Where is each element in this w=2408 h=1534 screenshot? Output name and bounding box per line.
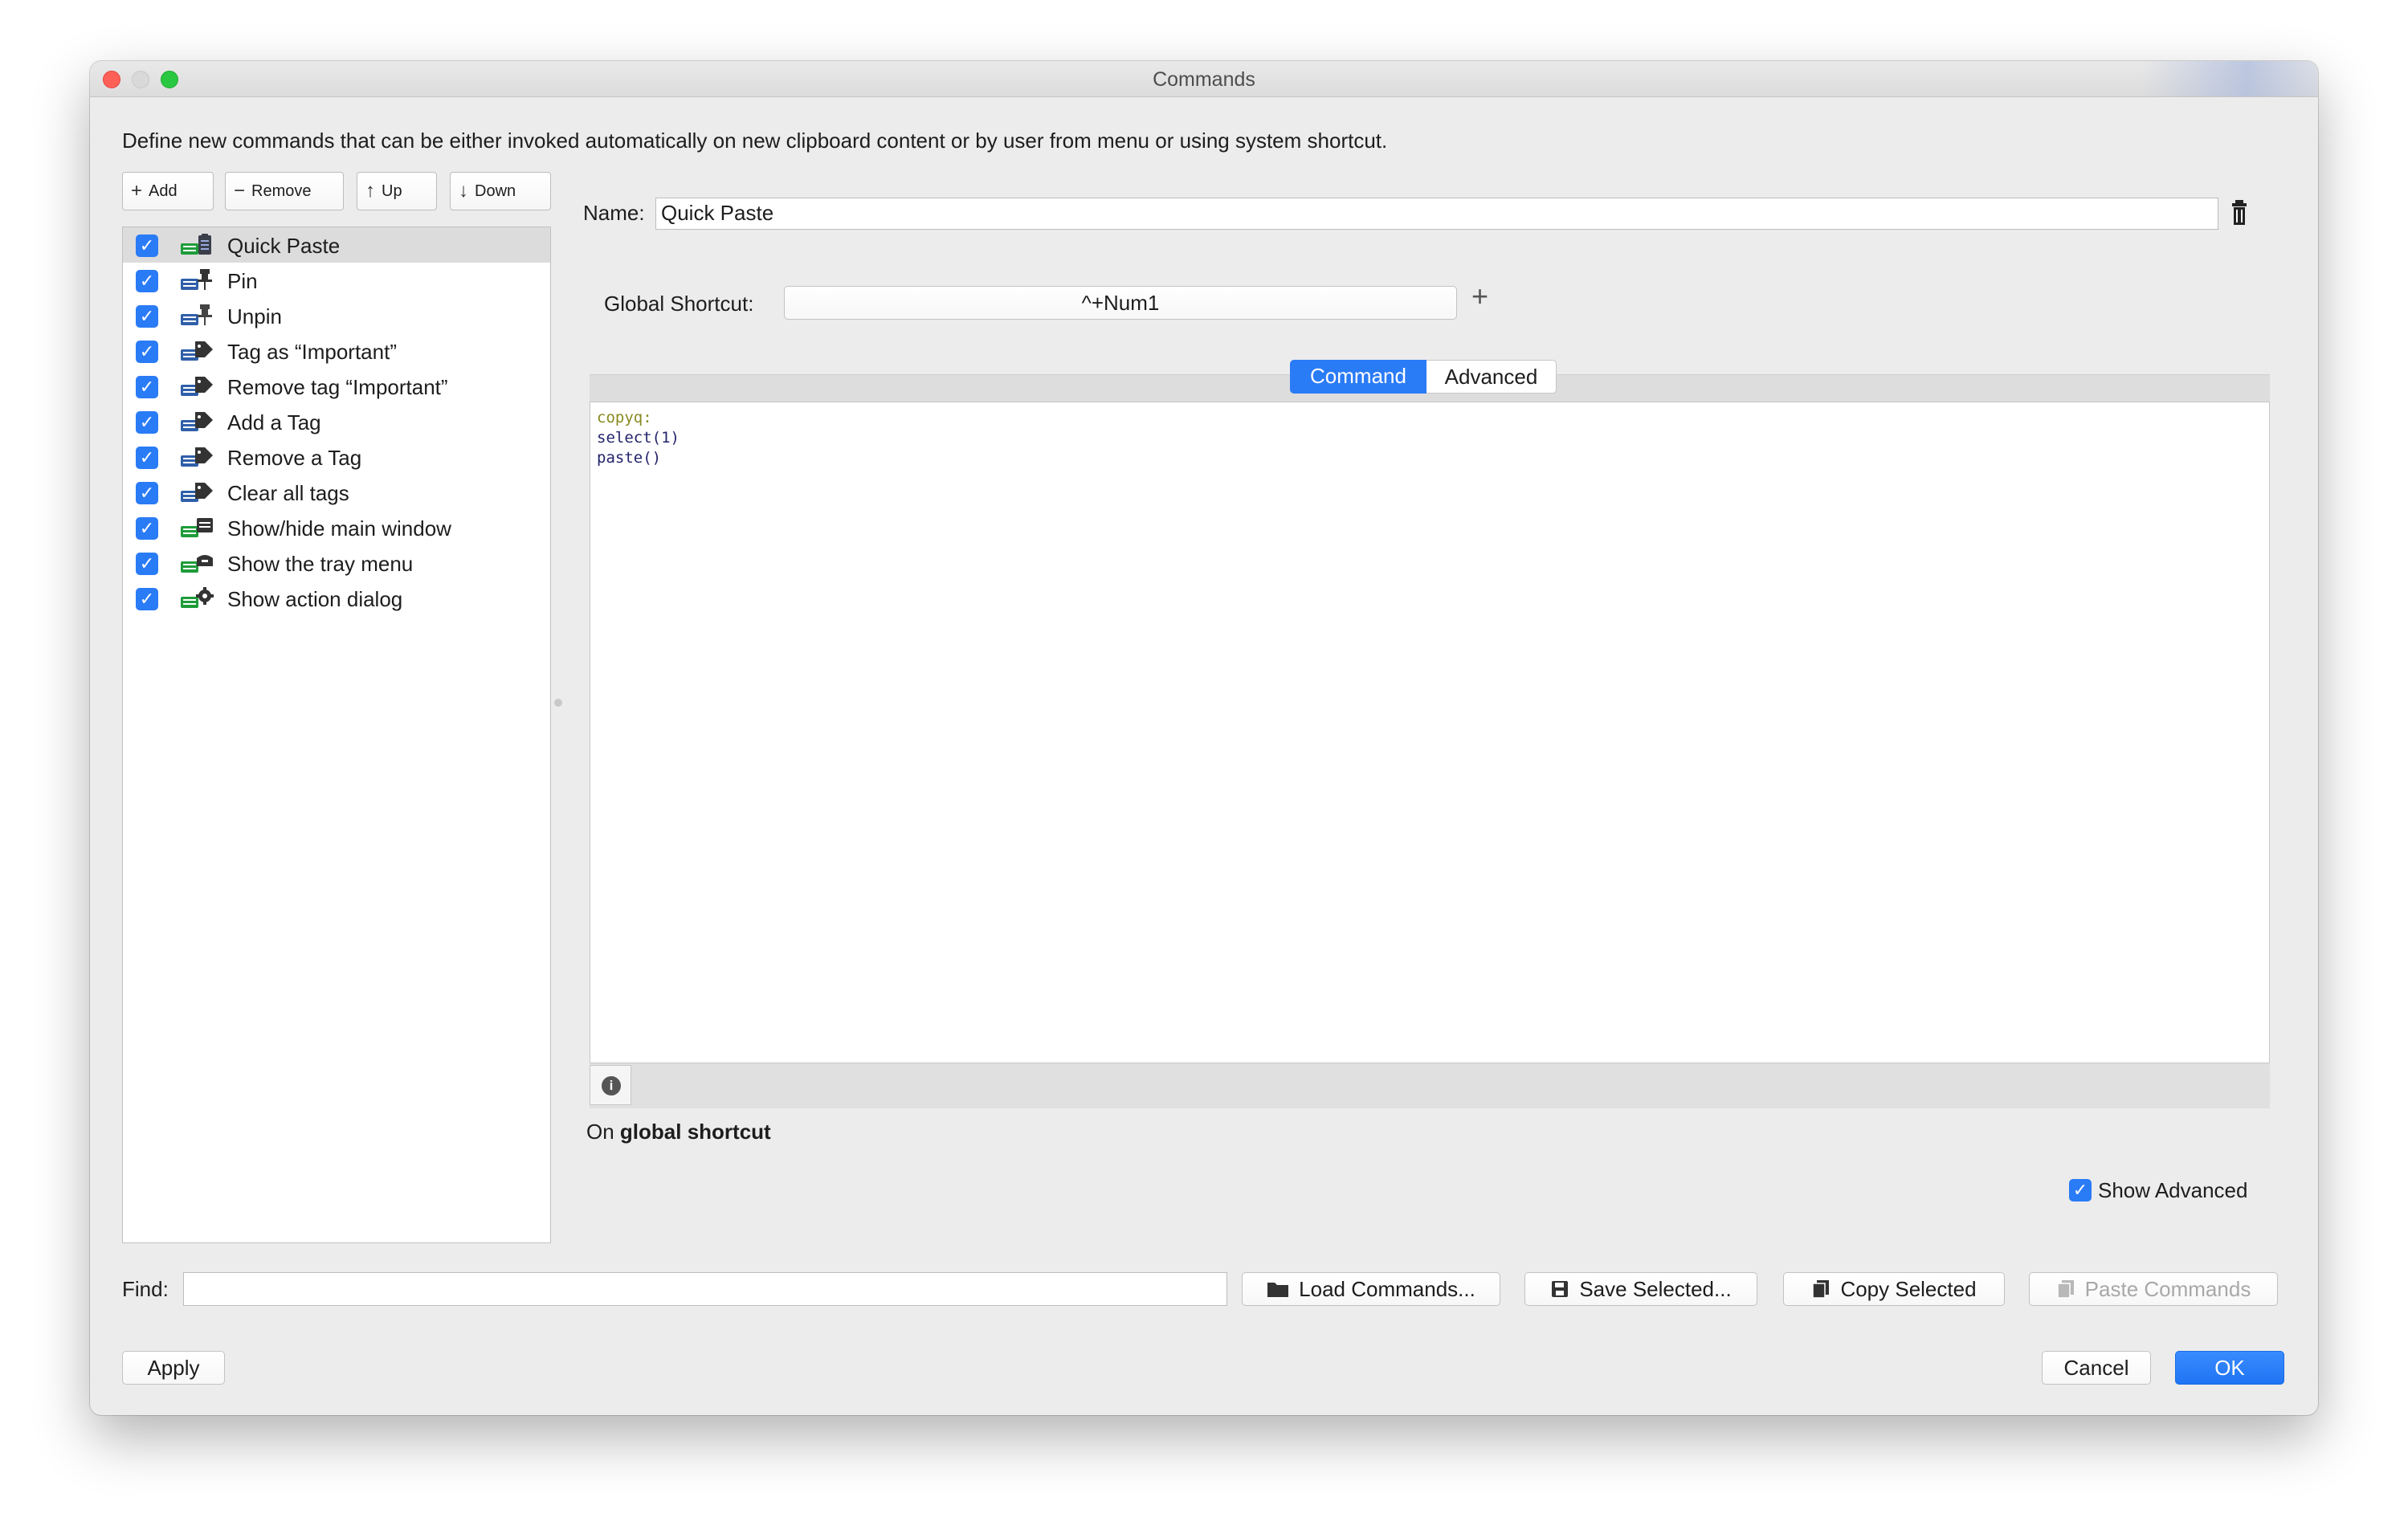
splitter-handle[interactable] xyxy=(554,699,562,707)
trigger-description: On global shortcut xyxy=(586,1120,771,1144)
add-shortcut-icon[interactable]: + xyxy=(1471,279,1488,313)
gear-icon xyxy=(181,587,214,608)
paste-icon xyxy=(2056,1280,2074,1299)
apply-button[interactable]: Apply xyxy=(122,1351,225,1385)
save-selected-button[interactable]: Save Selected... xyxy=(1524,1272,1757,1306)
arrow-up-icon: ↑ xyxy=(365,180,375,202)
trash-icon[interactable] xyxy=(2230,198,2254,230)
show-advanced-checkbox[interactable]: ✓ xyxy=(2069,1179,2092,1201)
command-label: Remove a Tag xyxy=(227,446,362,470)
list-item[interactable]: ✓ Unpin xyxy=(123,298,550,333)
enabled-checkbox[interactable]: ✓ xyxy=(136,411,158,434)
commands-dialog: Commands Define new commands that can be… xyxy=(90,61,2318,1415)
tab-advanced[interactable]: Advanced xyxy=(1426,360,1557,394)
list-item[interactable]: ✓ Pin xyxy=(123,263,550,298)
find-input[interactable] xyxy=(183,1272,1227,1306)
pin-icon xyxy=(181,269,212,290)
tag-icon xyxy=(181,341,213,361)
enabled-checkbox[interactable]: ✓ xyxy=(136,482,158,504)
list-item[interactable]: ✓ Show/hide main window xyxy=(123,510,550,545)
enabled-checkbox[interactable]: ✓ xyxy=(136,517,158,540)
ok-button[interactable]: OK xyxy=(2175,1351,2284,1385)
floppy-disk-icon xyxy=(1552,1281,1569,1297)
arrow-down-icon: ↓ xyxy=(459,180,468,202)
list-item[interactable]: ✓ Remove a Tag xyxy=(123,439,550,475)
list-item[interactable]: ✓ Add a Tag xyxy=(123,404,550,439)
global-shortcut-button[interactable]: ^+Num1 xyxy=(784,286,1457,320)
command-editor[interactable]: copyq: select(1) paste() xyxy=(590,402,2270,1063)
enabled-checkbox[interactable]: ✓ xyxy=(136,235,158,257)
tag-icon xyxy=(181,447,213,467)
code-line: paste() xyxy=(597,449,662,467)
info-icon: i xyxy=(602,1076,621,1095)
info-button[interactable]: i xyxy=(590,1065,631,1105)
paste-commands-button[interactable]: Paste Commands xyxy=(2029,1272,2278,1306)
title-bar: Commands xyxy=(90,61,2318,97)
editor-toolbar: i xyxy=(590,1063,2270,1108)
enabled-checkbox[interactable]: ✓ xyxy=(136,447,158,469)
list-item[interactable]: ✓ Clear all tags xyxy=(123,475,550,510)
folder-icon xyxy=(1267,1283,1289,1297)
global-shortcut-label: Global Shortcut: xyxy=(604,292,754,316)
command-label: Show/hide main window xyxy=(227,516,451,541)
command-label: Remove tag “Important” xyxy=(227,375,448,399)
code-line: copyq: xyxy=(597,409,652,426)
tag-icon xyxy=(181,483,213,502)
cancel-button[interactable]: Cancel xyxy=(2042,1351,2151,1385)
copy-selected-button[interactable]: Copy Selected xyxy=(1783,1272,2005,1306)
command-list[interactable]: ✓ Quick Paste ✓ Pin ✓ Unpin ✓ Tag as “Im… xyxy=(122,226,551,1243)
dialog-description: Define new commands that can be either i… xyxy=(122,129,1388,153)
enabled-checkbox[interactable]: ✓ xyxy=(136,341,158,363)
show-advanced-label: Show Advanced xyxy=(2098,1178,2248,1202)
command-label: Tag as “Important” xyxy=(227,340,397,364)
minus-icon: − xyxy=(234,180,246,202)
enabled-checkbox[interactable]: ✓ xyxy=(136,305,158,328)
command-label: Quick Paste xyxy=(227,234,341,258)
list-item[interactable]: ✓ Show the tray menu xyxy=(123,545,550,581)
move-down-button[interactable]: ↓ Down xyxy=(450,172,551,210)
enabled-checkbox[interactable]: ✓ xyxy=(136,553,158,575)
tag-icon xyxy=(181,377,213,396)
tray-icon xyxy=(181,555,213,573)
command-label: Add a Tag xyxy=(227,410,321,434)
enabled-checkbox[interactable]: ✓ xyxy=(136,588,158,610)
name-field[interactable]: Quick Paste xyxy=(655,198,2218,230)
paste-icon xyxy=(181,234,211,255)
command-label: Show action dialog xyxy=(227,587,403,611)
command-label: Pin xyxy=(227,269,258,293)
code-line: select(1) xyxy=(597,429,680,447)
window-icon xyxy=(181,518,213,537)
unpin-icon xyxy=(181,304,212,325)
add-command-button[interactable]: + Add xyxy=(122,172,214,210)
remove-command-button[interactable]: − Remove xyxy=(225,172,344,210)
list-item[interactable]: ✓ Remove tag “Important” xyxy=(123,369,550,404)
tab-command[interactable]: Command xyxy=(1290,360,1426,394)
tag-icon xyxy=(181,412,213,431)
command-label: Show the tray menu xyxy=(227,552,414,576)
copy-icon xyxy=(1812,1280,1830,1299)
plus-icon: + xyxy=(131,180,143,202)
enabled-checkbox[interactable]: ✓ xyxy=(136,376,158,398)
list-item[interactable]: ✓ Tag as “Important” xyxy=(123,333,550,369)
command-label: Clear all tags xyxy=(227,481,349,505)
window-title: Commands xyxy=(1153,68,1255,91)
enabled-checkbox[interactable]: ✓ xyxy=(136,270,158,292)
name-label: Name: xyxy=(583,201,645,225)
find-label: Find: xyxy=(122,1277,169,1301)
load-commands-button[interactable]: Load Commands... xyxy=(1242,1272,1500,1306)
list-item[interactable]: ✓ Quick Paste xyxy=(123,227,550,263)
list-item[interactable]: ✓ Show action dialog xyxy=(123,581,550,616)
move-up-button[interactable]: ↑ Up xyxy=(357,172,437,210)
command-label: Unpin xyxy=(227,304,282,328)
